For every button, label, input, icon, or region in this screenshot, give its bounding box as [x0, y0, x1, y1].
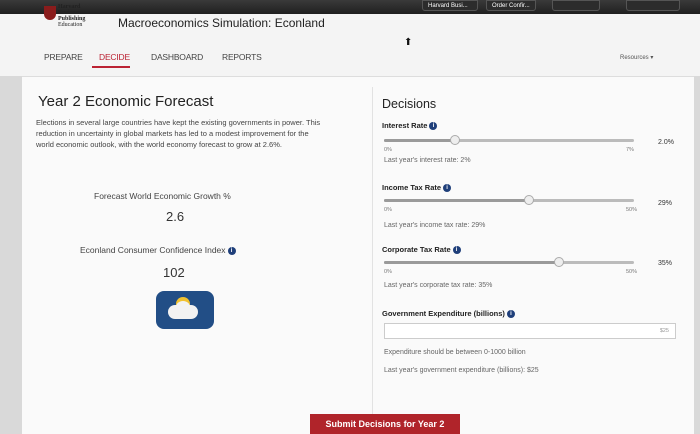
slider-max: 50%	[626, 269, 638, 275]
slider-min: 0%	[384, 147, 392, 153]
slider-handle[interactable]	[524, 195, 534, 205]
growth-label: Forecast World Economic Growth %	[94, 191, 231, 201]
info-icon[interactable]: i	[506, 310, 515, 319]
corporate-tax-label: Corporate Tax Rate i	[382, 245, 461, 255]
browser-tab[interactable]	[552, 0, 600, 11]
column-divider	[372, 87, 373, 427]
info-icon[interactable]: i	[452, 246, 461, 255]
interest-rate-label: Interest Rate i	[382, 121, 438, 131]
chevron-down-icon: ▾	[650, 55, 654, 61]
info-icon[interactable]: i	[443, 184, 452, 193]
confidence-label: Econland Consumer Confidence Index i	[80, 245, 236, 255]
submit-decisions-button[interactable]: Submit Decisions for Year 2	[310, 414, 460, 434]
nav-prepare[interactable]: PREPARE	[44, 52, 83, 62]
app-title: Macroeconomics Simulation: Econland	[118, 16, 325, 30]
main-card: Year 2 Economic Forecast Elections in se…	[22, 76, 694, 434]
slider-handle[interactable]	[554, 257, 564, 267]
slider-handle[interactable]	[450, 135, 461, 145]
browser-tab[interactable]	[626, 0, 680, 11]
browser-tab[interactable]: Order Confir...	[486, 0, 536, 11]
gov-expenditure-label: Government Expenditure (billions) i	[382, 309, 515, 319]
nav-dashboard[interactable]: DASHBOARD	[151, 52, 203, 62]
mouse-cursor-icon: ⬆	[404, 37, 413, 48]
partly-sunny-icon	[156, 291, 214, 329]
interest-rate-slider[interactable]	[384, 135, 634, 145]
confidence-value: 102	[163, 265, 185, 280]
browser-tab[interactable]: Harvard Busi...	[422, 0, 478, 11]
slider-max: 7%	[626, 147, 634, 153]
resources-dropdown[interactable]: Resources ▾	[620, 54, 653, 61]
slider-max: 50%	[626, 207, 638, 213]
income-tax-last-year: Last year's income tax rate: 29%	[384, 222, 486, 229]
info-icon[interactable]: i	[227, 246, 236, 255]
decisions-title: Decisions	[382, 97, 437, 111]
growth-value: 2.6	[166, 209, 185, 224]
income-tax-value: 29%	[658, 200, 673, 207]
income-tax-label: Income Tax Rate i	[382, 183, 452, 193]
active-tab-indicator	[92, 66, 130, 68]
nav-reports[interactable]: REPORTS	[222, 52, 262, 62]
corporate-tax-slider[interactable]	[384, 257, 634, 267]
corporate-tax-value: 35%	[658, 260, 673, 267]
interest-last-year: Last year's interest rate: 2%	[384, 157, 471, 164]
browser-tab-strip: Harvard Busi... Order Confir...	[0, 0, 700, 14]
slider-min: 0%	[384, 207, 392, 213]
gov-expenditure-last-year: Last year's government expenditure (bill…	[384, 367, 539, 374]
slider-min: 0%	[384, 269, 392, 275]
nav-decide[interactable]: DECIDE	[99, 52, 130, 62]
corporate-tax-last-year: Last year's corporate tax rate: 35%	[384, 282, 493, 289]
app-header: Harvard Busi... Order Confir... Harvard …	[0, 0, 700, 76]
income-tax-slider[interactable]	[384, 195, 634, 205]
forecast-description: Elections in several large countries hav…	[36, 118, 321, 149]
shield-icon	[44, 6, 56, 20]
hbp-logo: Harvard Business Publishing Education	[44, 4, 92, 34]
interest-rate-value: 2.0%	[658, 139, 674, 146]
forecast-title: Year 2 Economic Forecast	[38, 93, 214, 110]
gov-expenditure-hint: Expenditure should be between 0-1000 bil…	[384, 349, 526, 356]
gov-expenditure-input[interactable]: $25	[384, 323, 676, 339]
info-icon[interactable]: i	[429, 122, 438, 131]
